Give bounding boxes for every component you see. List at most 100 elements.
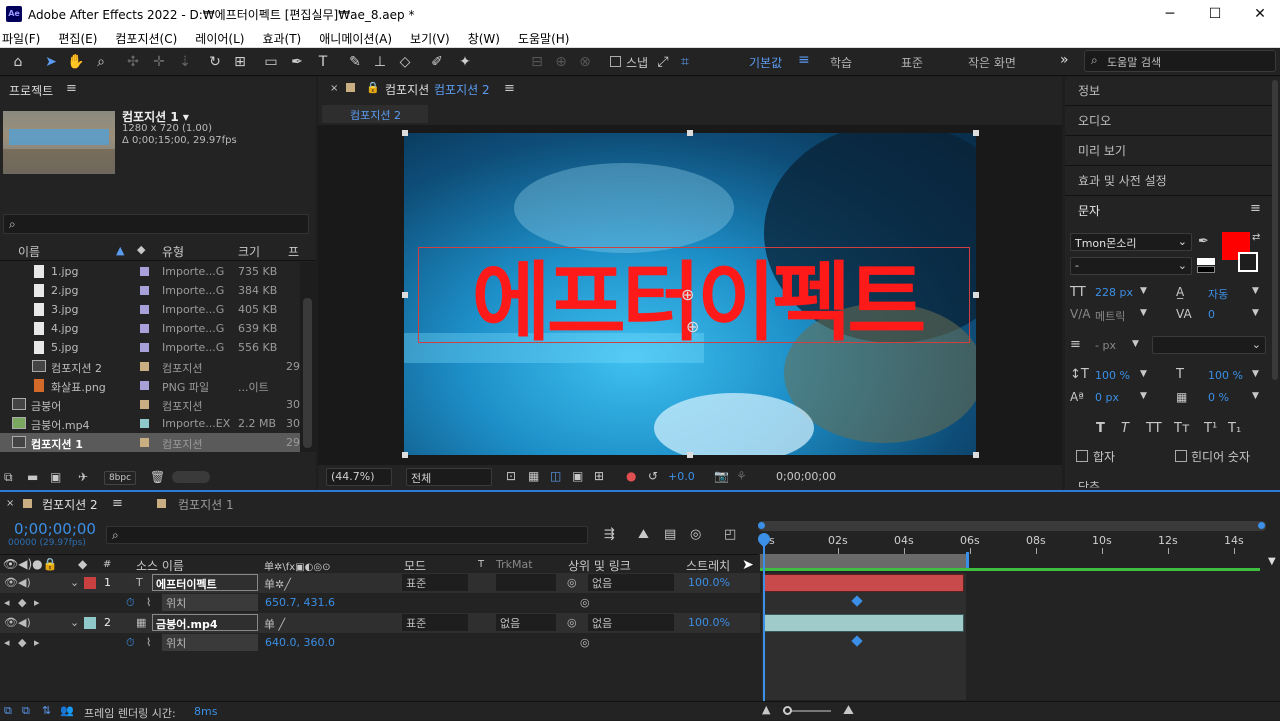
axis-icon[interactable]: ⊕ [552,53,570,71]
preview-panel-tab[interactable]: 미리 보기 [1078,142,1126,159]
audio-icon[interactable]: ◀) [18,616,31,629]
draft-3d-icon[interactable]: ⛰ [638,527,649,542]
type-tool-icon[interactable]: T [314,53,332,71]
horizontal-scale-value[interactable]: 100 % [1208,369,1243,382]
snapshot-icon[interactable]: 📷 [714,469,729,483]
panel-menu-icon[interactable]: ≡ [504,81,515,96]
new-comp-icon[interactable]: ▣ [50,470,61,484]
col-layer-number[interactable]: # [103,559,111,570]
label-color-chip[interactable] [140,286,149,295]
viewer-tab-comp[interactable]: 컴포지션 2 [434,81,490,98]
project-item[interactable]: 화살표.png PNG 파일 ...이트 [0,376,300,395]
add-keyframe-icon[interactable]: ◆ [18,596,26,609]
region-icon[interactable]: ⊡ [506,469,516,483]
workspace-menu-icon[interactable]: ≡ [798,52,810,68]
layer-bar-video[interactable] [764,614,964,632]
timeline-scroll-icon[interactable]: ▼ [1268,556,1280,568]
workspace-standard[interactable]: 표준 [901,54,923,71]
timeline-tab-other[interactable]: 컴포지션 1 [178,496,234,513]
prev-keyframe-icon[interactable]: ◂ [4,596,10,609]
workspace-learn[interactable]: 학습 [830,54,852,71]
project-item[interactable]: 컴포지션 2 컴포지션 29 [0,357,300,376]
label-color-chip[interactable] [140,267,149,276]
menu-help[interactable]: 도움말(H) [518,28,570,47]
blend-mode-dropdown[interactable]: 표준 [402,614,468,631]
lock-icon[interactable]: 🔒 [366,81,380,94]
parent-pickwhip-icon[interactable]: ◎ [567,576,577,589]
help-search-input[interactable]: ⌕ 도움말 검색 [1084,50,1276,72]
col-stretch[interactable]: 스트레치 [686,557,730,574]
viewer-timecode[interactable]: 0;00;00;00 [776,470,836,483]
trkmat-dropdown[interactable]: 없음 [496,614,556,631]
effects-presets-tab[interactable]: 효과 및 사전 설정 [1078,172,1167,189]
layer-label-color[interactable] [84,617,96,629]
twirl-down-icon[interactable]: ⌄ [70,576,79,589]
parent-dropdown[interactable]: 없음 [588,574,674,591]
close-tab-icon[interactable]: × [330,83,338,94]
motion-blur-icon[interactable]: ◎ [690,527,701,542]
layer-row[interactable]: 👁 ◀) ⌄ 2 ▦ 금붕어.mp4 单 ╱ 표준 없음 ◎ 없음 100.0% [0,613,760,633]
project-search-input[interactable]: ⌕ [3,214,309,234]
project-item[interactable]: 2.jpg Importe...G 384 KB [0,281,300,300]
next-keyframe-icon[interactable]: ▸ [34,596,40,609]
handle-tr[interactable] [973,130,979,136]
work-area-start[interactable] [758,522,765,529]
hand-tool-icon[interactable]: ✋ [67,53,85,71]
channel-icon[interactable]: ● [626,469,636,483]
property-row[interactable]: ◂ ◆ ▸ ⏱ ⌇ 위치 650.7, 431.6 ◎ [0,593,760,613]
pan-camera-icon[interactable]: ✛ [150,53,168,71]
trkmat-dropdown[interactable] [496,574,556,591]
kerning-value[interactable]: 메트릭 [1095,308,1125,324]
minimize-button[interactable]: ─ [1156,4,1184,24]
label-tag-icon[interactable]: ◆ [78,557,87,571]
font-size-value[interactable]: 228 px [1095,286,1133,299]
adjust-icon[interactable]: ✈ [78,470,88,484]
hindi-digits-checkbox[interactable] [1175,450,1187,462]
rectangle-tool-icon[interactable]: ▭ [262,53,280,71]
label-color-chip[interactable] [140,343,149,352]
panel-menu-icon[interactable]: ≡ [112,496,123,511]
layer-switches[interactable]: 单✲╱ [264,576,291,592]
transparency-grid-icon[interactable]: ▦ [528,469,539,483]
small-caps-button[interactable]: Tт [1174,421,1190,436]
stopwatch-icon[interactable]: ⏱ [126,636,135,650]
project-scrollbar[interactable] [300,262,316,452]
property-pickwhip-icon[interactable]: ◎ [580,596,590,609]
faux-bold-button[interactable]: T [1096,421,1105,436]
property-pickwhip-icon[interactable]: ◎ [580,636,590,649]
layer-row[interactable]: 👁 ◀) ⌄ 1 T 에프터이펙트 单✲╱ 표준 ◎ 없음 100.0% [0,573,760,593]
clone-stamp-icon[interactable]: ⊥ [371,53,389,71]
white-swatch[interactable] [1197,258,1215,265]
frame-blend-icon[interactable]: ▤ [664,527,676,542]
time-ruler[interactable]: 0s02s04s06s08s10s12s14s [758,532,1266,554]
col-type[interactable]: 유형 [162,243,184,260]
zoom-slider-thumb[interactable] [783,706,792,715]
pen-tool-icon[interactable]: ✒ [288,53,306,71]
subscript-button[interactable]: T₁ [1228,421,1241,436]
graph-editor-icon[interactable]: ◰ [724,527,736,542]
label-color-chip[interactable] [140,419,149,428]
visibility-icon[interactable]: 👁 [4,576,18,589]
layer-bar-text[interactable] [764,574,964,592]
workspace-small-screen[interactable]: 작은 화면 [968,54,1016,71]
breadcrumb[interactable]: 컴포지션 2 [322,105,428,123]
position-value[interactable]: 650.7, 431.6 [265,596,335,609]
axis-mode-icon[interactable]: ⊗ [576,53,594,71]
label-color-chip[interactable] [140,381,149,390]
handle-bl[interactable] [402,452,408,458]
handle-mr[interactable] [973,292,979,298]
bit-depth-button[interactable]: 8bpc [104,471,136,485]
timeline-search-input[interactable]: ⌕ [106,526,588,544]
menu-effect[interactable]: 효과(T) [262,28,301,47]
swap-colors-icon[interactable]: ⇄ [1252,232,1260,243]
stretch-value[interactable]: 100.0% [688,616,730,629]
paragraph-panel-tab[interactable]: 단추 [1078,478,1100,488]
current-time-indicator[interactable] [763,537,765,701]
dolly-camera-icon[interactable]: ⇣ [176,53,194,71]
stretch-value[interactable]: 100.0% [688,576,730,589]
project-item[interactable]: 5.jpg Importe...G 556 KB [0,338,300,357]
anchor-point-icon[interactable]: ⊕ [681,285,694,304]
chevron-down-icon[interactable]: ▼ [1140,308,1147,318]
next-keyframe-icon[interactable]: ▸ [34,636,40,649]
col-trkmat[interactable]: TrkMat [496,558,533,571]
